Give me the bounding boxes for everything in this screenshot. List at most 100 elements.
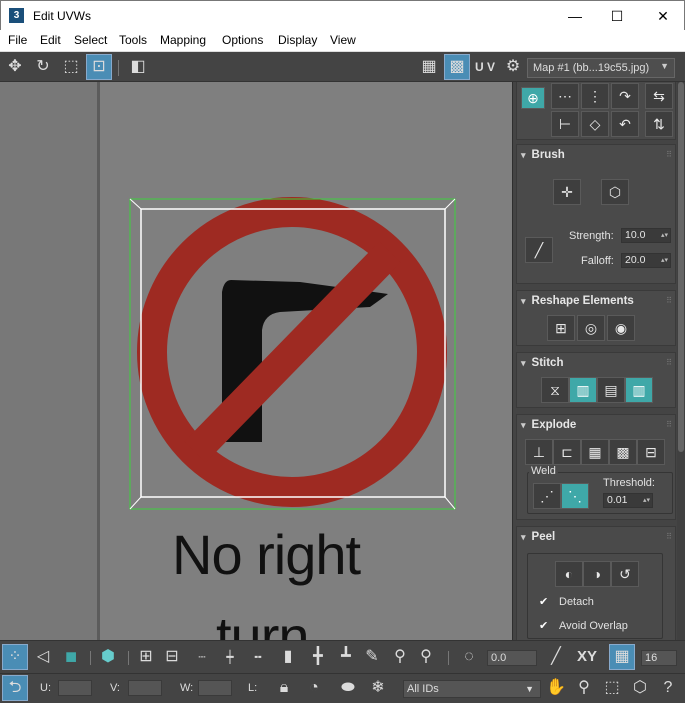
ring-grow-icon[interactable]: ╋ <box>306 645 330 669</box>
menu-tools[interactable]: Tools <box>119 33 147 47</box>
ring-icon[interactable]: ▮ <box>276 645 300 669</box>
pixel-snap-icon[interactable]: ▦ <box>609 644 635 670</box>
stitch-average-icon[interactable]: ▤ <box>597 377 625 403</box>
paint-grow-icon[interactable]: ⚲ <box>388 645 412 669</box>
stitch-to-source-icon[interactable]: ▥ <box>625 377 653 403</box>
angle-icon[interactable]: ◌ <box>457 645 481 669</box>
shrink-selection-icon[interactable]: ⊟ <box>160 645 184 669</box>
loop-shrink-icon[interactable]: ╍ <box>246 645 270 669</box>
rotate-ccw-icon[interactable]: ↶ <box>611 111 639 137</box>
break-icon[interactable]: ⊥ <box>525 439 553 465</box>
explode-title[interactable]: Explode <box>521 419 577 431</box>
detach-checkbox[interactable]: ✔ <box>539 597 550 608</box>
paint-relax-icon[interactable]: ⬡ <box>601 179 629 205</box>
vertex-mode-icon[interactable]: ⁘ <box>2 644 28 670</box>
edge-mode-icon[interactable]: ◁ <box>31 645 55 669</box>
zoom-region-icon[interactable]: ⬚ <box>600 676 624 700</box>
brush-pen-icon[interactable]: ╱ <box>525 237 553 263</box>
detach-edge-icon[interactable]: ⊏ <box>553 439 581 465</box>
straighten-selection-icon[interactable]: ⊞ <box>547 315 575 341</box>
avoid-overlap-checkbox[interactable]: ✔ <box>539 621 550 632</box>
space-horizontal-icon[interactable]: ⇆ <box>645 83 673 109</box>
freeform-icon[interactable]: ⊡ <box>86 54 112 80</box>
u-field[interactable] <box>58 680 92 696</box>
select-mode-icon[interactable]: ⊕ <box>521 87 545 109</box>
xy-mode-label[interactable]: XY <box>572 645 602 669</box>
face-mode-icon[interactable]: ■ <box>59 645 83 669</box>
relax-settings-icon[interactable]: ◉ <box>607 315 635 341</box>
map-settings-icon[interactable]: ⚙ <box>501 55 525 79</box>
pan-icon[interactable]: ✋ <box>544 676 568 700</box>
menu-edit[interactable]: Edit <box>40 33 61 47</box>
scale-icon[interactable]: ⬚ <box>59 55 83 79</box>
freeze-icon[interactable]: ❄ <box>366 676 390 700</box>
quick-peel-icon[interactable]: ◐ <box>555 561 583 587</box>
straighten-icon[interactable]: ◇ <box>581 111 609 137</box>
reshape-title[interactable]: Reshape Elements <box>521 295 634 307</box>
zoom-icon[interactable]: ⚲ <box>572 676 596 700</box>
threshold-spinner[interactable]: 0.01 <box>603 493 653 508</box>
hide-icon[interactable]: ⬬ <box>336 676 360 700</box>
stitch-custom-icon[interactable]: ⧖ <box>541 377 569 403</box>
align-vertical-icon[interactable]: ⋮ <box>581 83 609 109</box>
paint-select-icon[interactable]: ✎ <box>360 645 384 669</box>
maximize-button[interactable]: ☐ <box>594 1 640 31</box>
map-select[interactable]: Map #1 (bb...19c55.jpg) ▼ <box>527 58 675 78</box>
w-field[interactable] <box>198 680 232 696</box>
snap-line-icon[interactable]: ╱ <box>544 645 568 669</box>
uv-viewport[interactable]: ⁀ ⁀ ⁀ No right turn <box>0 82 512 640</box>
peel-title[interactable]: Peel <box>521 531 556 543</box>
split-icon[interactable]: ▦ <box>581 439 609 465</box>
element-mode-icon[interactable]: ⬢ <box>96 645 120 669</box>
close-button[interactable]: ✕ <box>640 1 685 31</box>
align-left-icon[interactable]: ⊢ <box>551 111 579 137</box>
reset-peel-icon[interactable]: ↺ <box>611 561 639 587</box>
pixel-spinner[interactable]: 16 <box>641 650 677 666</box>
menu-file[interactable]: File <box>8 33 27 47</box>
v-label: V: <box>110 682 120 694</box>
rotate-cw-icon[interactable]: ↷ <box>611 83 639 109</box>
paint-shrink-icon[interactable]: ⚲ <box>414 645 438 669</box>
flatten-icon[interactable]: ▩ <box>609 439 637 465</box>
scrollbar-thumb[interactable] <box>678 82 684 452</box>
uv-mode-icon[interactable]: U V <box>473 55 497 79</box>
loop-icon[interactable]: ┄ <box>190 645 214 669</box>
loop-grow-icon[interactable]: ┿ <box>218 645 242 669</box>
relax-icon[interactable]: ◎ <box>577 315 605 341</box>
checker-pattern-icon[interactable]: ▦ <box>417 55 441 79</box>
stitch-title[interactable]: Stitch <box>521 357 564 369</box>
help-icon[interactable]: ? <box>656 676 680 700</box>
move-icon[interactable]: ✥ <box>3 55 27 79</box>
ring-shrink-icon[interactable]: ┻ <box>334 645 358 669</box>
zoom-extents-icon[interactable]: ⬡ <box>628 676 652 700</box>
lock-icon[interactable]: 🔒︎ <box>272 676 296 700</box>
rotate-icon[interactable]: ↻ <box>31 55 55 79</box>
space-vertical-icon[interactable]: ⇅ <box>645 111 673 137</box>
paint-move-icon[interactable]: ✛ <box>553 179 581 205</box>
strength-spinner[interactable]: 10.0 <box>621 228 671 243</box>
peel-mode-icon[interactable]: ◑ <box>583 561 611 587</box>
grow-selection-icon[interactable]: ⊞ <box>134 645 158 669</box>
transform-type-in-icon[interactable]: ⮌ <box>2 675 28 701</box>
visibility-icon[interactable]: ◔ <box>302 676 326 700</box>
brush-title[interactable]: Brush <box>521 149 565 161</box>
minimize-button[interactable]: — <box>552 1 598 31</box>
falloff-spinner[interactable]: 20.0 <box>621 253 671 268</box>
menu-options[interactable]: Options <box>222 33 263 47</box>
menu-mapping[interactable]: Mapping <box>160 33 206 47</box>
weld-selected-icon[interactable]: ⋰ <box>533 483 561 509</box>
show-map-icon[interactable]: ▩ <box>444 54 470 80</box>
panel-scrollbar[interactable] <box>677 82 685 640</box>
align-horizontal-icon[interactable]: ⋯ <box>551 83 579 109</box>
menu-display[interactable]: Display <box>278 33 317 47</box>
menu-view[interactable]: View <box>330 33 356 47</box>
rollout-brush: Brush ⠿ ✛ ⬡ ╱ Strength: 10.0 Falloff: 20… <box>516 144 676 284</box>
v-field[interactable] <box>128 680 162 696</box>
menu-select[interactable]: Select <box>74 33 107 47</box>
mirror-icon[interactable]: ◧ <box>126 55 150 79</box>
angle-spinner[interactable]: 0.0 <box>487 650 537 666</box>
material-id-select[interactable]: All IDs ▼ <box>403 680 541 698</box>
stitch-to-target-icon[interactable]: ▥ <box>569 377 597 403</box>
weld-target-icon[interactable]: ⋱ <box>561 483 589 509</box>
explode-settings-icon[interactable]: ⊟ <box>637 439 665 465</box>
